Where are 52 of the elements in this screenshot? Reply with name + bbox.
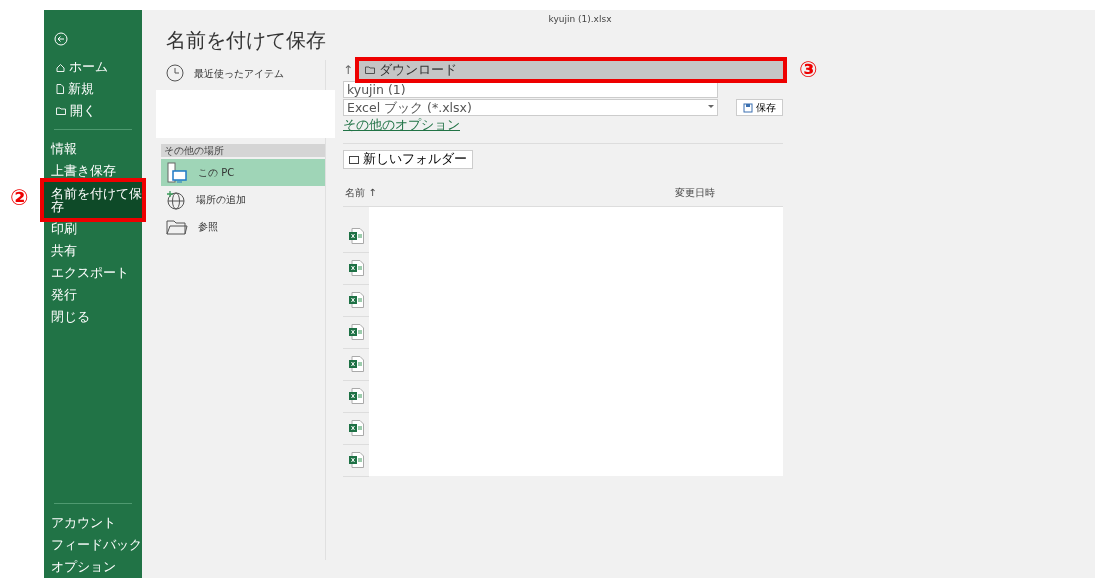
sidebar-item[interactable]: 情報 [44, 138, 142, 160]
place-item[interactable]: 参照 [161, 213, 325, 240]
sidebar-item[interactable]: 共有 [44, 240, 142, 262]
window-title: kyujin (1).xlsx [547, 13, 613, 26]
save-icon [743, 102, 753, 113]
more-options-link[interactable]: その他のオプション [343, 116, 783, 135]
sidebar-item[interactable]: 名前を付けて保存 [44, 182, 142, 218]
file-type-dropdown[interactable]: Excel ブック (*.xlsx) [343, 99, 718, 116]
new-folder-button[interactable]: 新しいフォルダー [343, 150, 473, 170]
sidebar-item[interactable]: 上書き保存 [44, 160, 142, 182]
spreadsheet-file-icon [348, 420, 364, 437]
place-item[interactable]: 場所の追加 [161, 186, 325, 213]
sidebar-item[interactable]: 閉じる [44, 306, 142, 328]
recent-items[interactable]: 最近使ったアイテム [161, 60, 325, 86]
sidebar-item[interactable]: 開く [44, 100, 142, 122]
page-title: 名前を付けて保存 [166, 28, 327, 52]
spreadsheet-file-icon [348, 260, 364, 277]
spreadsheet-file-icon [348, 292, 364, 309]
spreadsheet-file-icon [348, 452, 364, 469]
step-number: ③ [799, 59, 818, 81]
spreadsheet-file-icon [348, 228, 364, 245]
home-icon [56, 62, 65, 72]
sidebar-item[interactable]: 発行 [44, 284, 142, 306]
sidebar-item[interactable]: オプション [44, 556, 142, 578]
back-icon[interactable] [54, 32, 68, 46]
file-type-text: Excel ブック (*.xlsx) [347, 100, 472, 115]
clock-icon [166, 64, 184, 82]
sidebar-item[interactable]: 印刷 [44, 218, 142, 240]
sidebar-item[interactable]: アカウント [44, 512, 142, 534]
folder-icon [365, 66, 375, 74]
breadcrumb[interactable]: ダウンロード [359, 61, 783, 79]
computer-icon [166, 161, 188, 184]
sidebar-item[interactable]: エクスポート [44, 262, 142, 284]
dropdown-icon [708, 103, 714, 109]
save-button[interactable]: 保存 [736, 99, 783, 116]
spreadsheet-file-icon [348, 356, 364, 373]
folder-icon [349, 155, 359, 164]
step-number: ② [10, 187, 29, 209]
up-button[interactable]: ↑ [343, 61, 355, 79]
section-header: その他の場所 [161, 144, 325, 157]
spreadsheet-file-icon [348, 324, 364, 341]
place-item[interactable]: この PC [161, 159, 325, 186]
document-icon [56, 84, 64, 94]
folder-icon [56, 107, 66, 115]
sidebar-item[interactable]: ホーム [44, 56, 142, 78]
sidebar-item[interactable]: 新規 [44, 78, 142, 100]
folder-icon [166, 218, 188, 235]
column-header[interactable]: 変更日時 [675, 184, 715, 200]
spreadsheet-file-icon [348, 388, 364, 405]
globe-icon [166, 189, 186, 210]
sidebar-item[interactable]: フィードバック [44, 534, 142, 556]
column-header[interactable]: 名前 ↑ [345, 184, 377, 200]
